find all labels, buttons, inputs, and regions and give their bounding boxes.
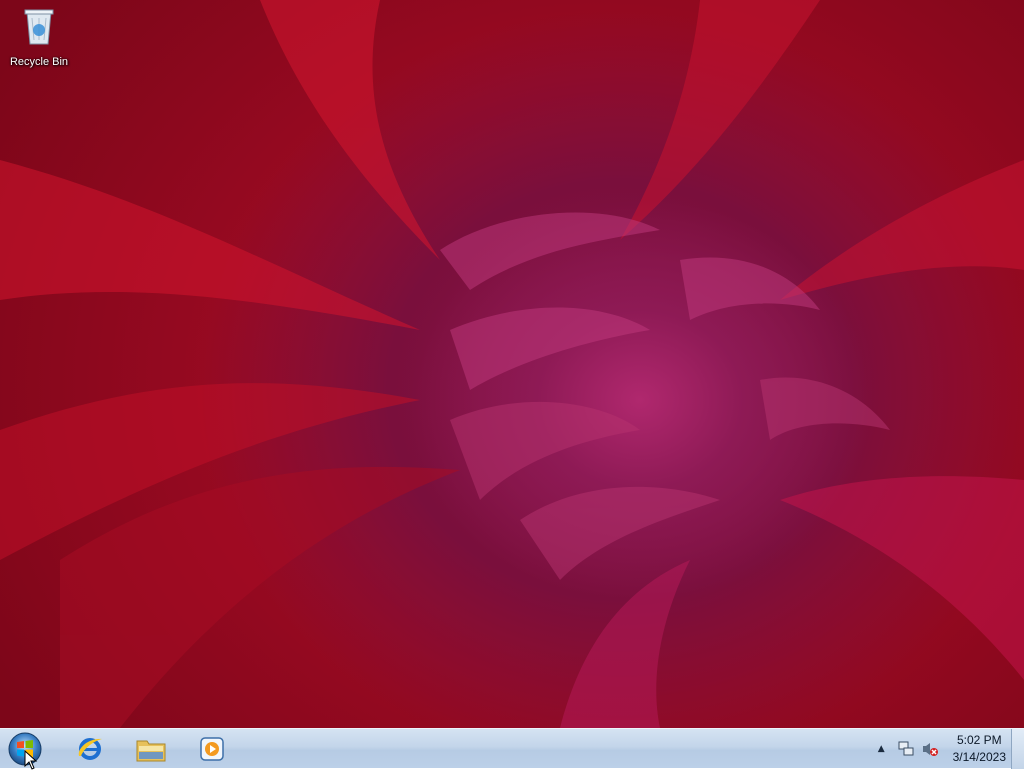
system-tray: ▲ 5:02 PM 3/14/2023 [878,729,1006,769]
clock-date: 3/14/2023 [952,750,1006,764]
internet-explorer-icon [78,738,102,760]
desktop-icon-label: Recycle Bin [9,56,69,68]
desktop-icon-recycle-bin[interactable]: Recycle Bin [4,6,74,76]
file-explorer-icon [136,740,166,762]
volume-muted-icon[interactable] [921,740,939,758]
clock[interactable]: 5:02 PM 3/14/2023 [953,732,1006,766]
taskbar-internet-explorer-button[interactable] [62,731,118,767]
taskbar: ▲ 5:02 PM 3/14/2023 [0,728,1024,769]
recycle-bin-icon [22,6,56,46]
taskbar-media-player-button[interactable] [184,731,240,767]
network-icon[interactable] [897,740,915,758]
media-player-icon [200,737,224,761]
mouse-cursor-icon [24,750,38,770]
chevron-up-icon[interactable]: ▲ [878,744,885,754]
taskbar-file-explorer-button[interactable] [123,731,179,767]
show-desktop-button[interactable] [1011,729,1024,769]
desktop[interactable]: Recycle Bin [0,0,1024,728]
wallpaper [0,0,1024,728]
clock-time: 5:02 PM [956,733,1002,747]
